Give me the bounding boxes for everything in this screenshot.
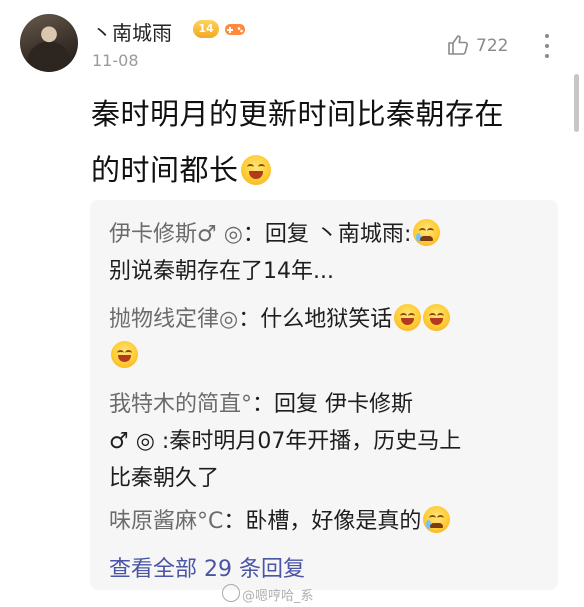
reply-2-line-2: [109, 338, 549, 375]
reply-3-line-3: 比秦朝久了: [109, 466, 220, 491]
reply-3-line-1: 我特木的简直°：回复 伊卡修斯: [109, 386, 549, 423]
avatar[interactable]: [20, 14, 78, 72]
reply-1-text: ：回复: [242, 222, 316, 247]
watermark: @嗯哼哈_系: [242, 589, 314, 604]
vertical-dots-icon[interactable]: [543, 33, 551, 59]
reply-2-author[interactable]: 抛物线定律◎: [109, 307, 238, 332]
username[interactable]: 丶南城雨: [92, 17, 172, 46]
view-all-replies-link[interactable]: 查看全部 29 条回复: [109, 551, 305, 583]
like-count: 722: [476, 36, 509, 56]
reply-1-colon: :: [403, 222, 412, 247]
post-line-2-text: 的时间都长: [91, 153, 239, 187]
grinning-face-emoji: [111, 341, 138, 368]
reply-2-line-1: 抛物线定律◎：什么地狱笑话: [109, 301, 549, 338]
weibo-logo-icon: [222, 584, 240, 602]
reply-2[interactable]: 抛物线定律◎：什么地狱笑话: [109, 301, 549, 375]
thumbs-up-icon[interactable]: [446, 33, 470, 57]
level-badge: 14: [193, 20, 219, 38]
post-body: 秦时明月的更新时间比秦朝存在 的时间都长: [91, 86, 551, 198]
post-line-2: 的时间都长: [91, 142, 551, 198]
reply-3-text: ：回复 伊卡修斯: [252, 392, 414, 417]
reply-3-author[interactable]: 我特木的简直°: [109, 392, 252, 417]
grinning-face-emoji: [394, 304, 422, 331]
reply-2-text: ：什么地狱笑话: [238, 307, 393, 332]
gamepad-badge-icon: [225, 24, 245, 35]
reply-4-text: ：卧槽，好像是真的: [223, 509, 422, 534]
post-timestamp: 11-08: [92, 51, 139, 70]
reply-3[interactable]: 我特木的简直°：回复 伊卡修斯 ♂ ◎ :秦时明月07年开播，历史马上 比秦朝久…: [109, 386, 549, 497]
reply-1-line-2: 别说秦朝存在了14年...: [109, 259, 334, 284]
reply-1-mention[interactable]: 丶南城雨: [316, 222, 404, 247]
post-line-1: 秦时明月的更新时间比秦朝存在: [91, 97, 505, 131]
reply-1[interactable]: 伊卡修斯♂ ◎：回复 丶南城雨: 别说秦朝存在了14年...: [109, 216, 549, 290]
scrollbar[interactable]: [574, 74, 579, 132]
grinning-face-emoji: [423, 304, 451, 331]
reply-4-author[interactable]: 味原酱麻°C: [109, 509, 223, 534]
grinning-face-emoji: [240, 155, 271, 185]
crying-face-emoji: [413, 219, 441, 246]
reply-3-line-2: ♂ ◎ :秦时明月07年开播，历史马上: [109, 429, 462, 454]
reply-1-author[interactable]: 伊卡修斯♂ ◎: [109, 222, 243, 247]
crying-face-emoji: [423, 506, 451, 533]
reply-4[interactable]: 味原酱麻°C：卧槽，好像是真的: [109, 503, 549, 540]
reply-1-line-1: 伊卡修斯♂ ◎：回复 丶南城雨:: [109, 216, 549, 253]
reply-4-line-1: 味原酱麻°C：卧槽，好像是真的: [109, 503, 549, 540]
